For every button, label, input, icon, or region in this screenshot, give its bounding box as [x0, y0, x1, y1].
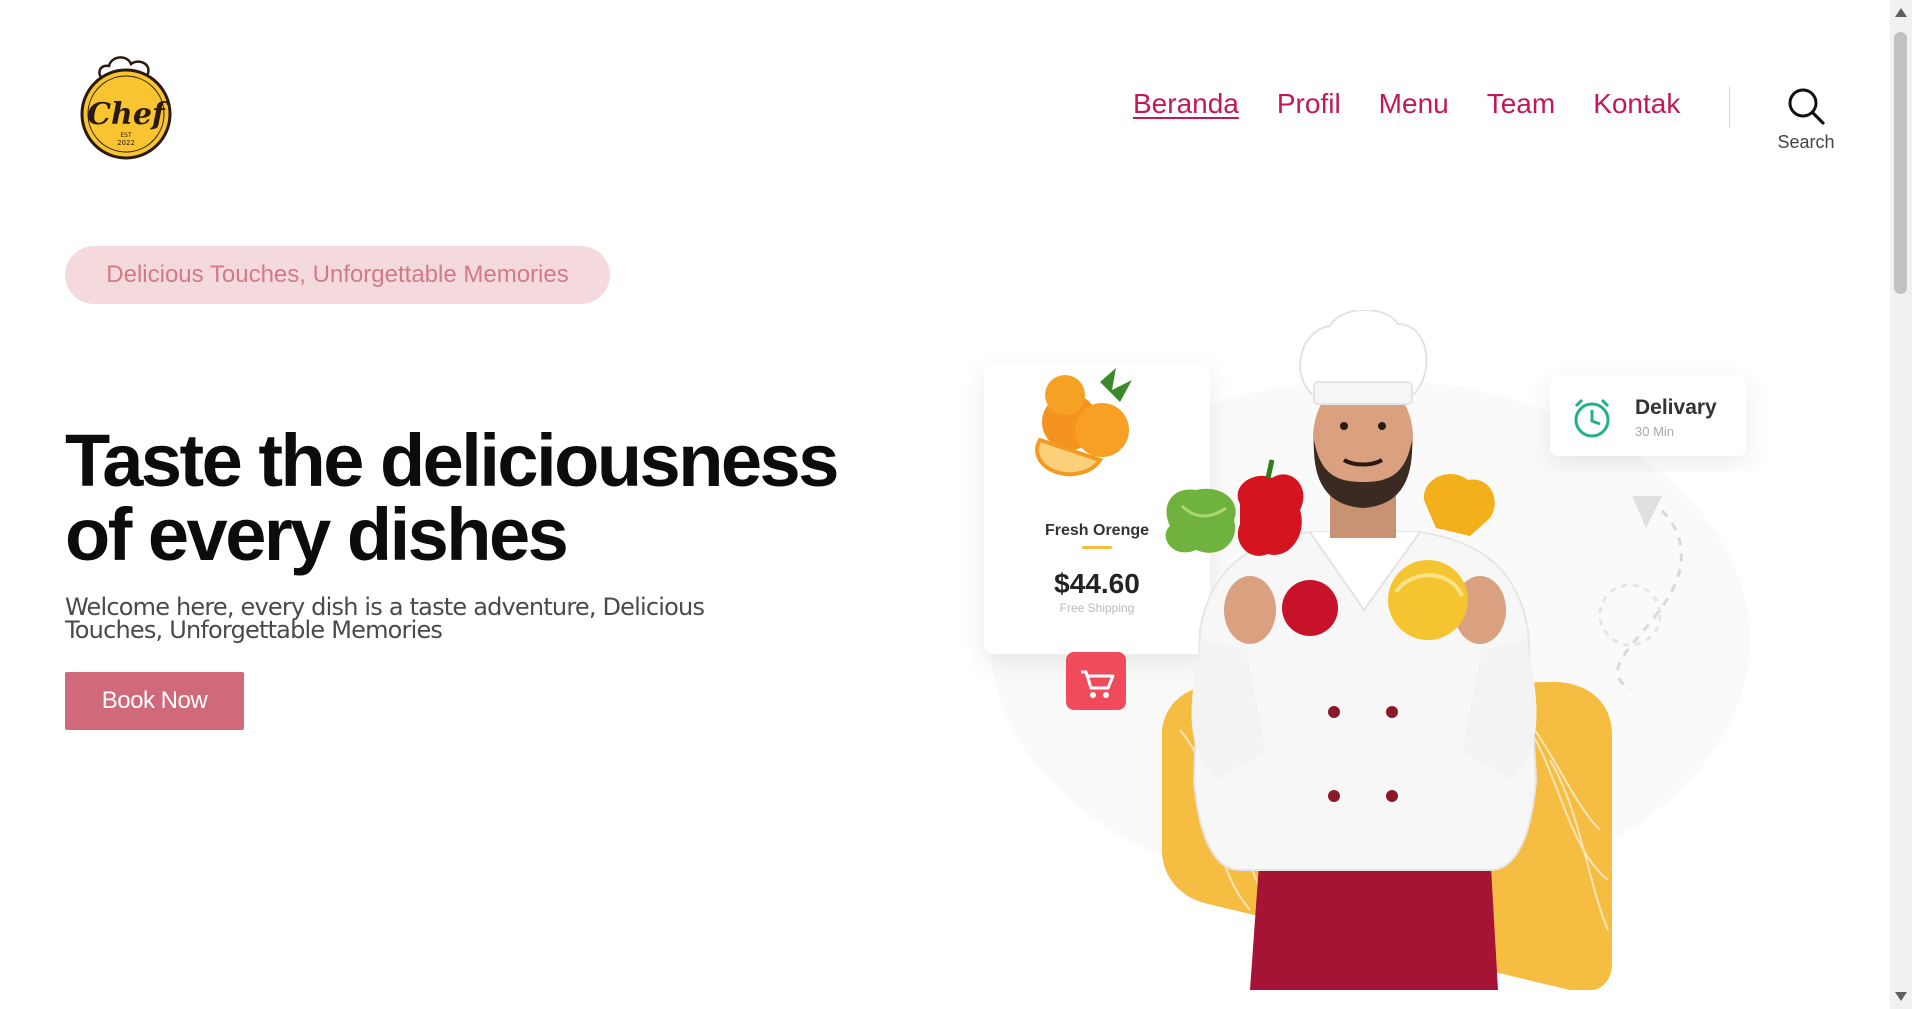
product-name: Fresh Orenge: [1045, 522, 1149, 539]
product-shipping: Free Shipping: [1060, 601, 1135, 615]
nav-link-beranda[interactable]: Beranda: [1133, 86, 1239, 122]
scroll-up-arrow-icon[interactable]: [1895, 8, 1907, 17]
hero-illustration: Fresh Orenge $44.60 Free Shipping Deliva…: [950, 310, 1770, 990]
logo-text: Chef: [87, 97, 170, 132]
chef-logo-icon[interactable]: Chef EST 2022: [75, 52, 177, 160]
cart-icon: [1066, 652, 1126, 710]
main-nav: Beranda Profil Menu Team Kontak: [1133, 86, 1680, 122]
tagline-pill: Delicious Touches, Unforgettable Memorie…: [65, 246, 610, 304]
nav-link-profil[interactable]: Profil: [1277, 86, 1341, 122]
svg-text:2022: 2022: [117, 139, 135, 147]
page-scrollbar[interactable]: [1890, 0, 1912, 1009]
hero-headline: Taste the deliciousness of every dishes: [65, 419, 839, 576]
search-label: Search: [1777, 132, 1835, 152]
svg-text:EST: EST: [120, 132, 132, 139]
delivery-title: Delivary: [1635, 396, 1717, 419]
search-button[interactable]: Search: [1770, 86, 1842, 160]
tagline-text: Delicious Touches, Unforgettable Memorie…: [106, 261, 569, 288]
nav-link-kontak[interactable]: Kontak: [1593, 86, 1680, 122]
nav-divider: [1729, 86, 1730, 128]
book-now-button[interactable]: Book Now: [65, 672, 244, 730]
hero-subtext: Welcome here, every dish is a taste adve…: [65, 593, 705, 644]
page: Chef EST 2022 Beranda Profil Menu Team K…: [0, 0, 1890, 1009]
scroll-thumb[interactable]: [1894, 32, 1907, 294]
nav-link-menu[interactable]: Menu: [1379, 86, 1449, 122]
delivery-time: 30 Min: [1635, 424, 1674, 439]
scroll-down-arrow-icon[interactable]: [1895, 992, 1907, 1001]
search-icon: [1788, 88, 1825, 125]
product-price: $44.60: [1054, 568, 1140, 599]
nav-link-team[interactable]: Team: [1487, 86, 1555, 122]
